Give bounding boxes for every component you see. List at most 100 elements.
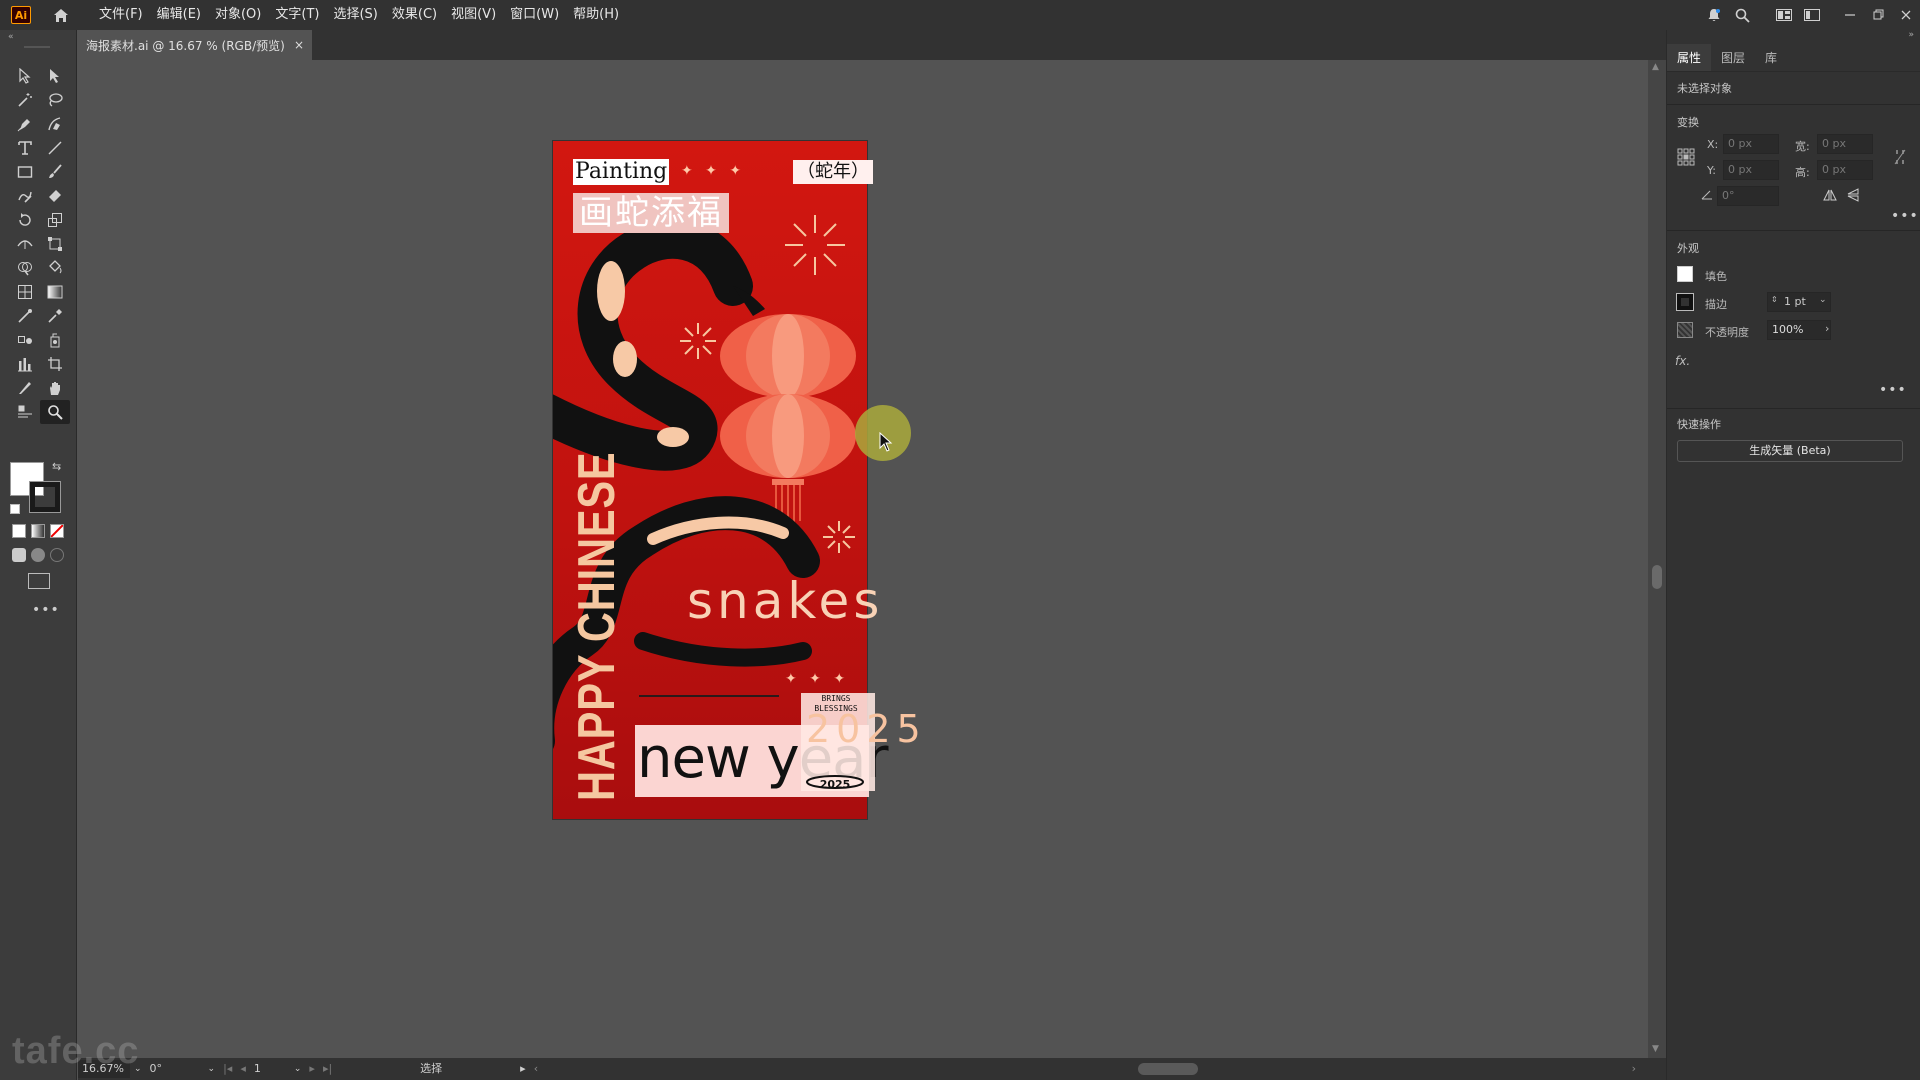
live-paint-bucket-icon[interactable] — [40, 256, 70, 280]
rotation-field[interactable]: 0° — [146, 1060, 204, 1078]
first-artboard-icon[interactable]: |◂ — [219, 1060, 236, 1078]
opacity-input[interactable]: 100% — [1767, 320, 1831, 340]
perspective-grid-icon[interactable] — [10, 280, 40, 304]
minimize-window-icon[interactable] — [1836, 0, 1864, 30]
edit-toolbar-icon[interactable]: ••• — [32, 602, 60, 618]
print-tiling-tool-icon[interactable] — [10, 400, 40, 424]
eyedropper-tool-icon[interactable] — [40, 304, 70, 328]
none-mode-icon[interactable] — [50, 524, 64, 538]
rotation-dropdown-icon[interactable]: ⌄ — [204, 1060, 220, 1078]
blend-tool-icon[interactable] — [10, 328, 40, 352]
flip-horizontal-icon[interactable] — [1823, 189, 1837, 201]
artboard-dropdown-icon[interactable]: ⌄ — [290, 1060, 306, 1078]
workspace-layout-icon[interactable] — [1770, 0, 1798, 30]
angle-input[interactable]: 0° — [1717, 186, 1779, 206]
lasso-tool-icon[interactable] — [40, 88, 70, 112]
draw-inside-icon[interactable] — [50, 548, 64, 562]
menu-effect[interactable]: 效果(C) — [385, 0, 444, 30]
scroll-left-icon[interactable]: ‹ — [530, 1060, 542, 1078]
menu-help[interactable]: 帮助(H) — [566, 0, 626, 30]
stroke-dropdown-icon[interactable]: ⌄ — [1819, 295, 1827, 305]
close-tab-icon[interactable]: × — [294, 38, 304, 52]
reference-point-icon[interactable] — [1677, 148, 1695, 166]
height-input[interactable]: 0 px — [1817, 160, 1873, 180]
menu-type[interactable]: 文字(T) — [268, 0, 326, 30]
horizontal-scroll-thumb[interactable] — [1138, 1063, 1198, 1075]
default-colors-icon[interactable] — [10, 504, 20, 514]
color-mode-icon[interactable] — [12, 524, 26, 538]
shape-builder-tool-icon[interactable] — [10, 256, 40, 280]
scroll-down-icon[interactable]: ▼ — [1652, 1044, 1659, 1054]
last-artboard-icon[interactable]: ▸| — [319, 1060, 336, 1078]
x-input[interactable]: 0 px — [1723, 134, 1779, 154]
poster-artboard[interactable]: Painting ✦ ✦ ✦ （蛇年） 画蛇添福 HAPPY CHINESE s… — [552, 140, 921, 820]
vertical-scrollbar[interactable]: ▲ ▼ — [1648, 60, 1666, 1058]
menu-object[interactable]: 对象(O) — [208, 0, 268, 30]
line-segment-tool-icon[interactable] — [40, 136, 70, 160]
stepper-icon[interactable]: ⇕ — [1771, 295, 1778, 304]
symbol-sprayer-icon[interactable] — [40, 328, 70, 352]
rectangle-tool-icon[interactable] — [10, 160, 40, 184]
previous-artboard-icon[interactable]: ◂ — [236, 1060, 250, 1078]
mesh-tool-icon[interactable] — [10, 304, 40, 328]
generate-vectors-button[interactable]: 生成矢量 (Beta) — [1677, 440, 1903, 462]
notification-bell-icon[interactable] — [1700, 0, 1728, 30]
opacity-expand-icon[interactable]: › — [1825, 322, 1829, 335]
menu-file[interactable]: 文件(F) — [92, 0, 150, 30]
canvas[interactable]: Painting ✦ ✦ ✦ （蛇年） 画蛇添福 HAPPY CHINESE s… — [78, 60, 1648, 1060]
collapse-panel-icon[interactable]: « — [8, 32, 14, 42]
pen-tool-icon[interactable] — [10, 112, 40, 136]
zoom-tool-icon[interactable] — [40, 400, 70, 424]
free-transform-tool-icon[interactable] — [40, 232, 70, 256]
tab-layers[interactable]: 图层 — [1711, 44, 1755, 71]
screen-mode-icon[interactable] — [28, 573, 50, 589]
artboard-number-field[interactable]: 1 — [250, 1060, 290, 1078]
gradient-tool-icon[interactable] — [40, 280, 70, 304]
stroke-color-swatch[interactable] — [1676, 293, 1694, 311]
menu-select[interactable]: 选择(S) — [326, 0, 384, 30]
paintbrush-tool-icon[interactable] — [40, 160, 70, 184]
vertical-scroll-thumb[interactable] — [1652, 565, 1662, 589]
home-icon[interactable] — [51, 6, 71, 24]
type-tool-icon[interactable] — [10, 136, 40, 160]
rotate-tool-icon[interactable] — [10, 208, 40, 232]
close-window-icon[interactable] — [1892, 0, 1920, 30]
tab-libraries[interactable]: 库 — [1755, 44, 1787, 71]
column-graph-tool-icon[interactable] — [10, 352, 40, 376]
search-icon[interactable] — [1728, 0, 1756, 30]
curvature-tool-icon[interactable] — [40, 112, 70, 136]
y-input[interactable]: 0 px — [1723, 160, 1779, 180]
arrange-documents-icon[interactable] — [1798, 0, 1826, 30]
menu-edit[interactable]: 编辑(E) — [150, 0, 208, 30]
swap-fill-stroke-icon[interactable]: ⇆ — [52, 460, 61, 473]
next-artboard-icon[interactable]: ▸ — [305, 1060, 319, 1078]
eraser-tool-icon[interactable] — [40, 184, 70, 208]
gradient-mode-icon[interactable] — [31, 524, 45, 538]
width-tool-icon[interactable] — [10, 232, 40, 256]
artboard-tool-icon[interactable] — [40, 352, 70, 376]
tab-properties[interactable]: 属性 — [1667, 44, 1712, 71]
width-input[interactable]: 0 px — [1817, 134, 1873, 154]
panel-grip[interactable] — [24, 46, 50, 48]
status-menu-icon[interactable]: ▸ — [516, 1060, 530, 1078]
shaper-tool-icon[interactable] — [10, 184, 40, 208]
fx-icon[interactable]: fx. — [1675, 354, 1690, 368]
appearance-more-options-icon[interactable]: ••• — [1879, 382, 1907, 398]
menu-view[interactable]: 视图(V) — [444, 0, 503, 30]
scroll-right-icon[interactable]: › — [1628, 1060, 1640, 1078]
transform-more-options-icon[interactable]: ••• — [1891, 208, 1919, 224]
draw-behind-icon[interactable] — [31, 548, 45, 562]
restore-window-icon[interactable] — [1864, 0, 1892, 30]
constrain-proportions-icon[interactable] — [1893, 148, 1907, 166]
magic-wand-tool-icon[interactable] — [10, 88, 40, 112]
menu-window[interactable]: 窗口(W) — [503, 0, 566, 30]
selection-tool-icon[interactable] — [10, 64, 40, 88]
scroll-up-icon[interactable]: ▲ — [1652, 62, 1659, 72]
stroke-swatch[interactable] — [29, 481, 61, 513]
direct-selection-tool-icon[interactable] — [40, 64, 70, 88]
document-tab[interactable]: 海报素材.ai @ 16.67 % (RGB/预览) × — [78, 30, 312, 60]
fill-color-swatch[interactable] — [1677, 266, 1693, 282]
draw-normal-icon[interactable] — [12, 548, 26, 562]
scale-tool-icon[interactable] — [40, 208, 70, 232]
expand-panel-icon[interactable]: » — [1908, 30, 1914, 40]
